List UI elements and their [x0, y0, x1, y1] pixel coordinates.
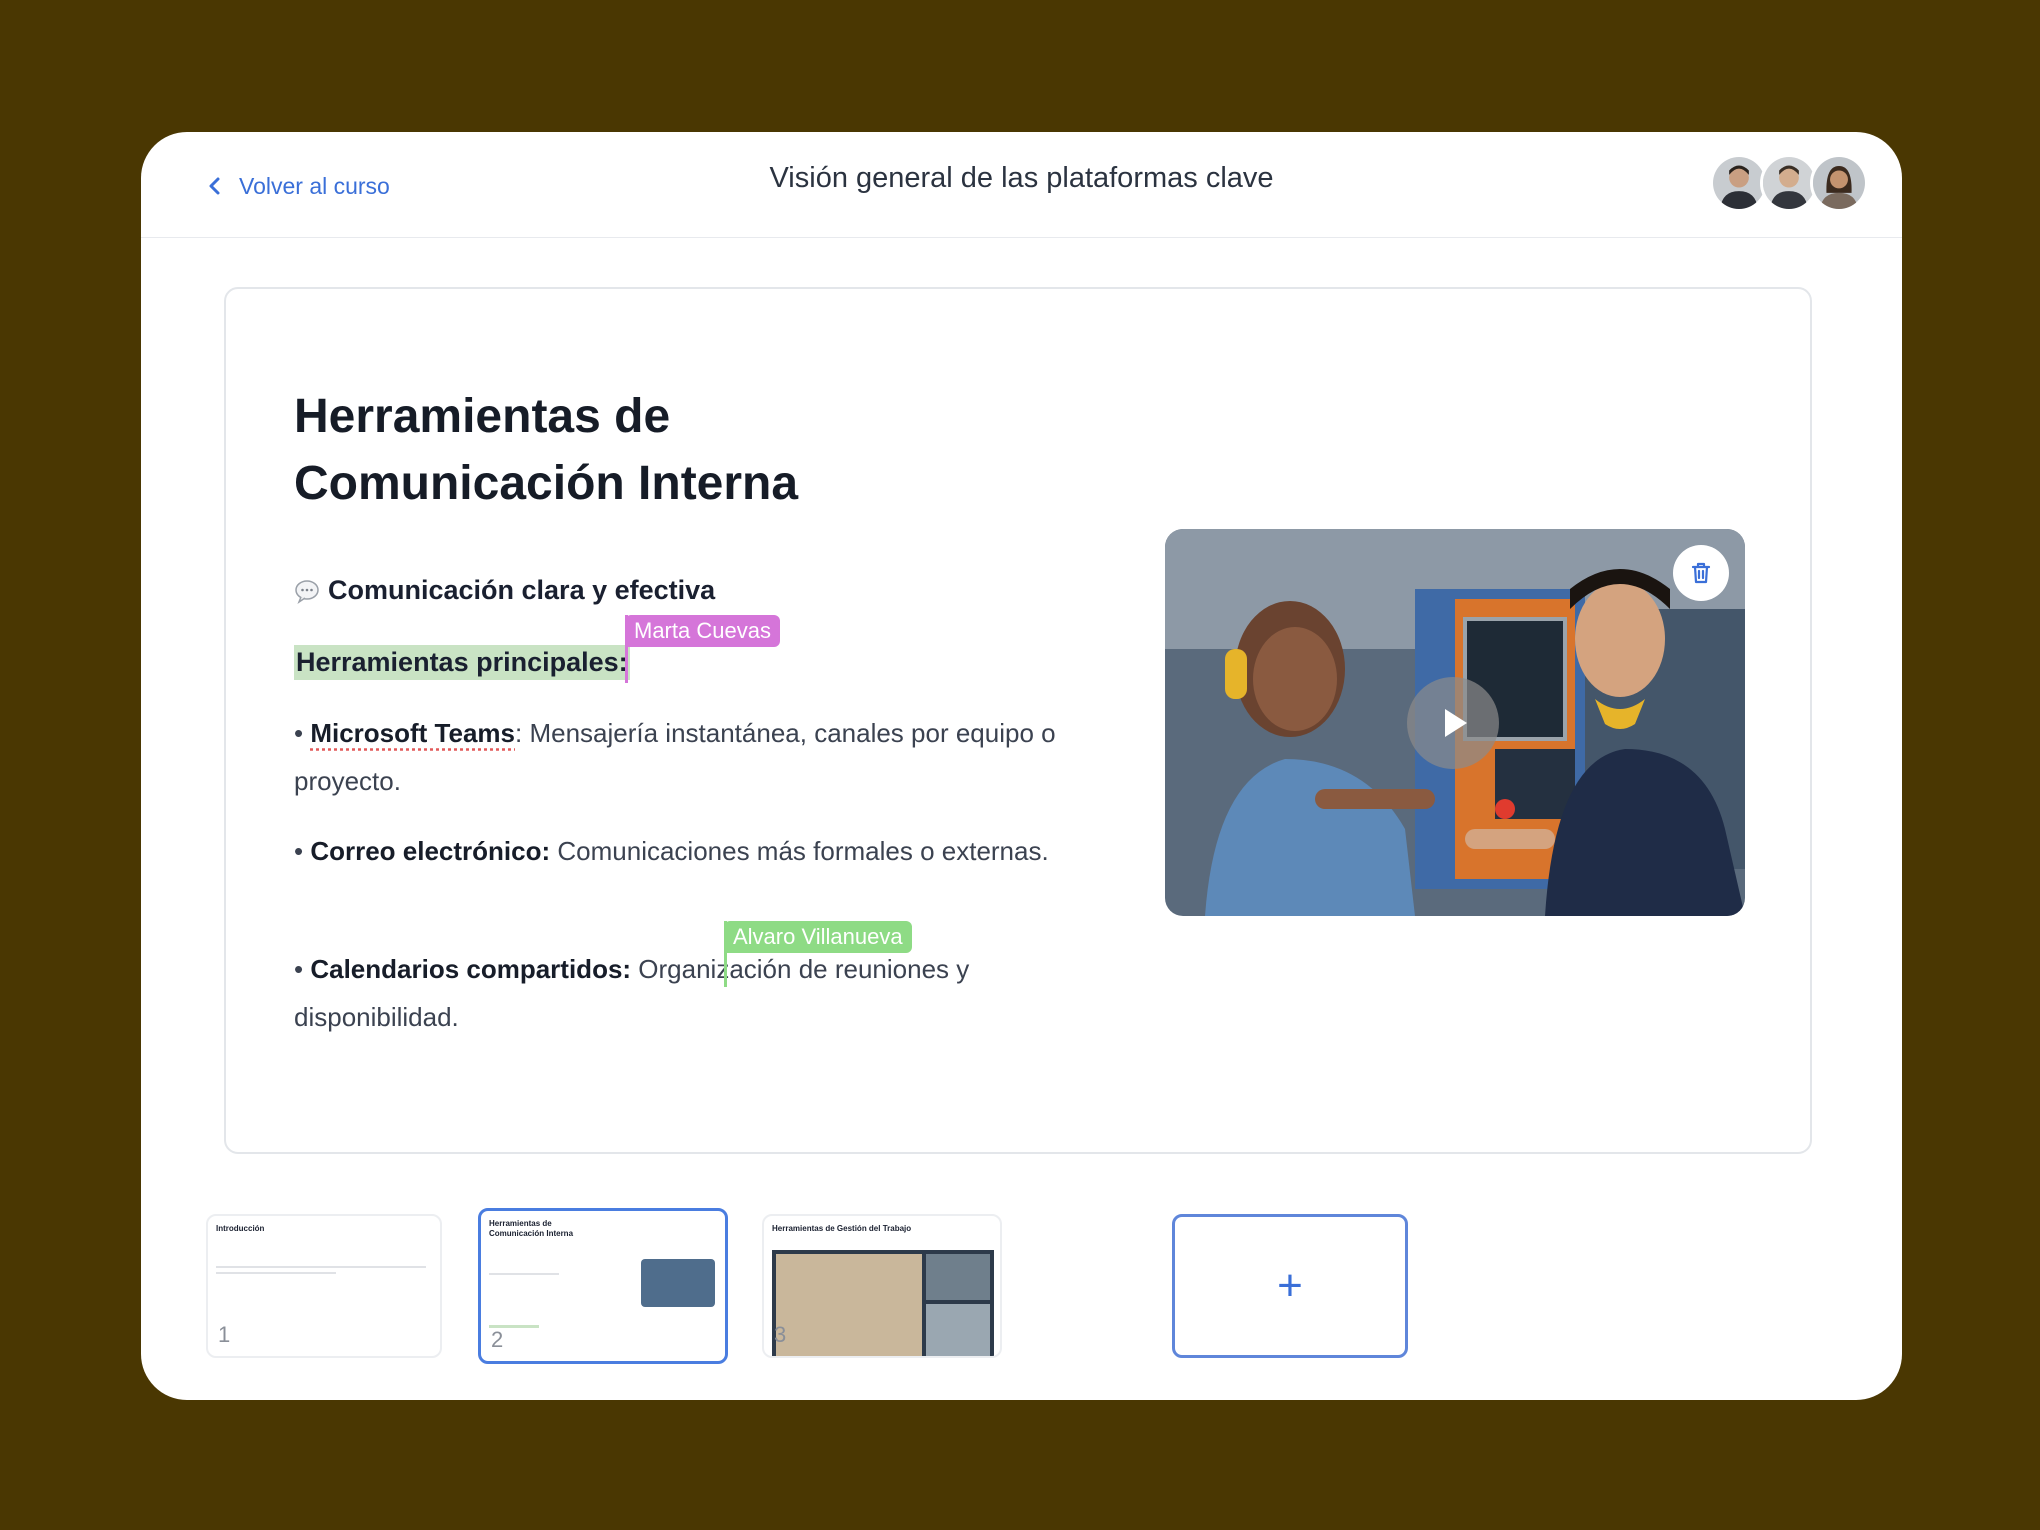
- thumbnail-text-line: [216, 1266, 426, 1268]
- thumbnail-image: [772, 1250, 994, 1356]
- thumbnail-number: 3: [774, 1322, 787, 1347]
- slide-thumbnail-2[interactable]: Herramientas de Comunicación Interna 2: [478, 1208, 728, 1364]
- play-button[interactable]: [1407, 677, 1499, 769]
- thumbnail-image: [641, 1259, 715, 1307]
- avatar[interactable]: [1810, 154, 1868, 212]
- plus-icon: +: [1277, 1261, 1303, 1310]
- play-icon: [1445, 709, 1467, 737]
- collaborator-avatars: [1710, 154, 1868, 214]
- slide-thumbnail-1[interactable]: Introducción 1: [206, 1214, 442, 1358]
- slide-subheading[interactable]: Comunicación clara y efectiva: [294, 575, 715, 606]
- top-bar: Volver al curso Visión general de las pl…: [141, 132, 1902, 238]
- add-slide-button[interactable]: +: [1172, 1214, 1408, 1358]
- thumbnail-title: Introducción: [216, 1224, 265, 1233]
- thumbnail-title: Herramientas de Gestión del Trabajo: [772, 1224, 912, 1233]
- video-block[interactable]: [1165, 529, 1745, 916]
- bullet-teams[interactable]: • Microsoft Teams: Mensajería instantáne…: [294, 709, 1094, 805]
- thumbnail-number: 2: [491, 1327, 504, 1352]
- page-title: Visión general de las plataformas clave: [769, 162, 1274, 194]
- subheading-text: Comunicación clara y efectiva: [328, 575, 716, 605]
- bullet-email[interactable]: • Correo electrónico: Comunicaciones más…: [294, 827, 1094, 875]
- editor-window: Volver al curso Visión general de las pl…: [141, 132, 1902, 1400]
- trash-icon: [1691, 562, 1711, 584]
- speech-bubble-icon: [295, 579, 319, 604]
- slide-thumbnail-3[interactable]: Herramientas de Gestión del Trabajo 3: [762, 1214, 1002, 1358]
- bullet-term: Calendarios compartidos:: [310, 954, 632, 984]
- delete-media-button[interactable]: [1673, 545, 1729, 601]
- thumbnail-text-line: [216, 1272, 336, 1274]
- bullet-term: Correo electrónico:: [310, 836, 551, 866]
- bullet-term: Microsoft Teams: [310, 718, 516, 748]
- thumbnail-number: 1: [218, 1322, 231, 1347]
- slide-canvas[interactable]: Herramientas de Comunicación Interna Com…: [224, 287, 1812, 1154]
- bullet-calendars[interactable]: • Calendarios compartidos: Organización …: [294, 945, 1094, 1041]
- tools-label[interactable]: Herramientas principales:: [294, 645, 630, 680]
- bullet-text: Comunicaciones más formales o externas.: [550, 836, 1049, 866]
- collaborator-tag-alvaro: Alvaro Villanueva: [724, 921, 912, 953]
- slide-heading[interactable]: Herramientas de Comunicación Interna: [294, 383, 994, 517]
- thumbnail-title: Herramientas de Comunicación Interna: [489, 1219, 574, 1238]
- collaborator-tag-marta: Marta Cuevas: [625, 615, 780, 647]
- thumbnail-text-line: [489, 1273, 559, 1275]
